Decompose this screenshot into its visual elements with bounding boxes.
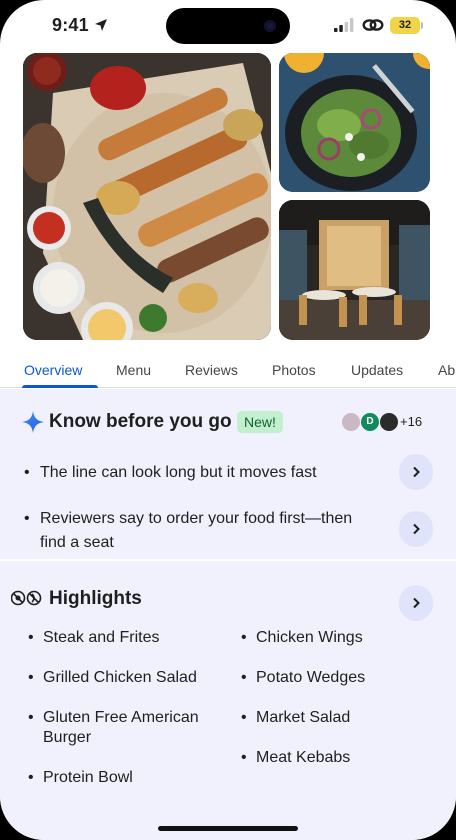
- tab-updates[interactable]: Updates: [351, 362, 403, 378]
- battery-level: 32: [398, 19, 412, 31]
- dietary-icons: [11, 590, 42, 606]
- tab-overview[interactable]: Overview: [24, 362, 82, 378]
- bullet: •: [24, 464, 30, 481]
- tab-photos[interactable]: Photos: [272, 362, 316, 378]
- highlights-section: Highlights • Steak and Frites • Grilled Ch…: [0, 561, 456, 840]
- sparkle-icon: [22, 411, 44, 433]
- tip-text: Reviewers say to order your food first—t…: [40, 510, 353, 551]
- bullet: •: [24, 510, 30, 527]
- new-badge: New!: [237, 411, 283, 433]
- avatar-letter: D: [366, 416, 374, 427]
- avatar: [341, 412, 361, 432]
- link-icon: [362, 19, 384, 31]
- highlights-expand-button[interactable]: [399, 585, 433, 621]
- location-arrow-icon: [95, 19, 107, 31]
- chevron-right-icon: [413, 466, 420, 478]
- tab-bar: Overview Menu Reviews Photos Updates Ab: [0, 352, 456, 388]
- avatar: [379, 412, 399, 432]
- more-contributors-count: +16: [400, 414, 423, 429]
- tip-expand-button[interactable]: [399, 511, 433, 547]
- know-before-you-go-section: Know before you go New! D +16 • The line…: [0, 389, 456, 559]
- battery-tip: [421, 22, 423, 29]
- grilled-platter-photo[interactable]: [23, 53, 271, 340]
- avatar: D: [360, 412, 380, 432]
- tab-reviews[interactable]: Reviews: [185, 362, 238, 378]
- home-indicator[interactable]: [158, 826, 298, 831]
- highlights-title: Highlights: [49, 588, 142, 609]
- phone-screen: 9:41 32 Overview Menu Reviews Photos Upd…: [0, 0, 456, 840]
- tab-about[interactable]: Ab: [438, 362, 455, 378]
- contributor-avatars[interactable]: D +16: [340, 411, 430, 433]
- active-tab-indicator: [22, 385, 98, 388]
- status-time: 9:41: [52, 15, 89, 35]
- chevron-right-icon: [413, 597, 420, 609]
- status-bar: 9:41 32: [0, 0, 456, 52]
- signal-icon: [334, 18, 354, 32]
- tip-expand-button[interactable]: [399, 454, 433, 490]
- chevron-right-icon: [413, 523, 420, 535]
- salad-photo[interactable]: [279, 53, 430, 192]
- dynamic-island: [166, 8, 290, 44]
- battery-icon: 32: [390, 17, 420, 34]
- restaurant-interior-photo[interactable]: [279, 200, 430, 340]
- know-section-title: Know before you go: [49, 411, 232, 432]
- tab-menu[interactable]: Menu: [116, 362, 151, 378]
- tip-text: The line can look long but it moves fast: [40, 464, 317, 481]
